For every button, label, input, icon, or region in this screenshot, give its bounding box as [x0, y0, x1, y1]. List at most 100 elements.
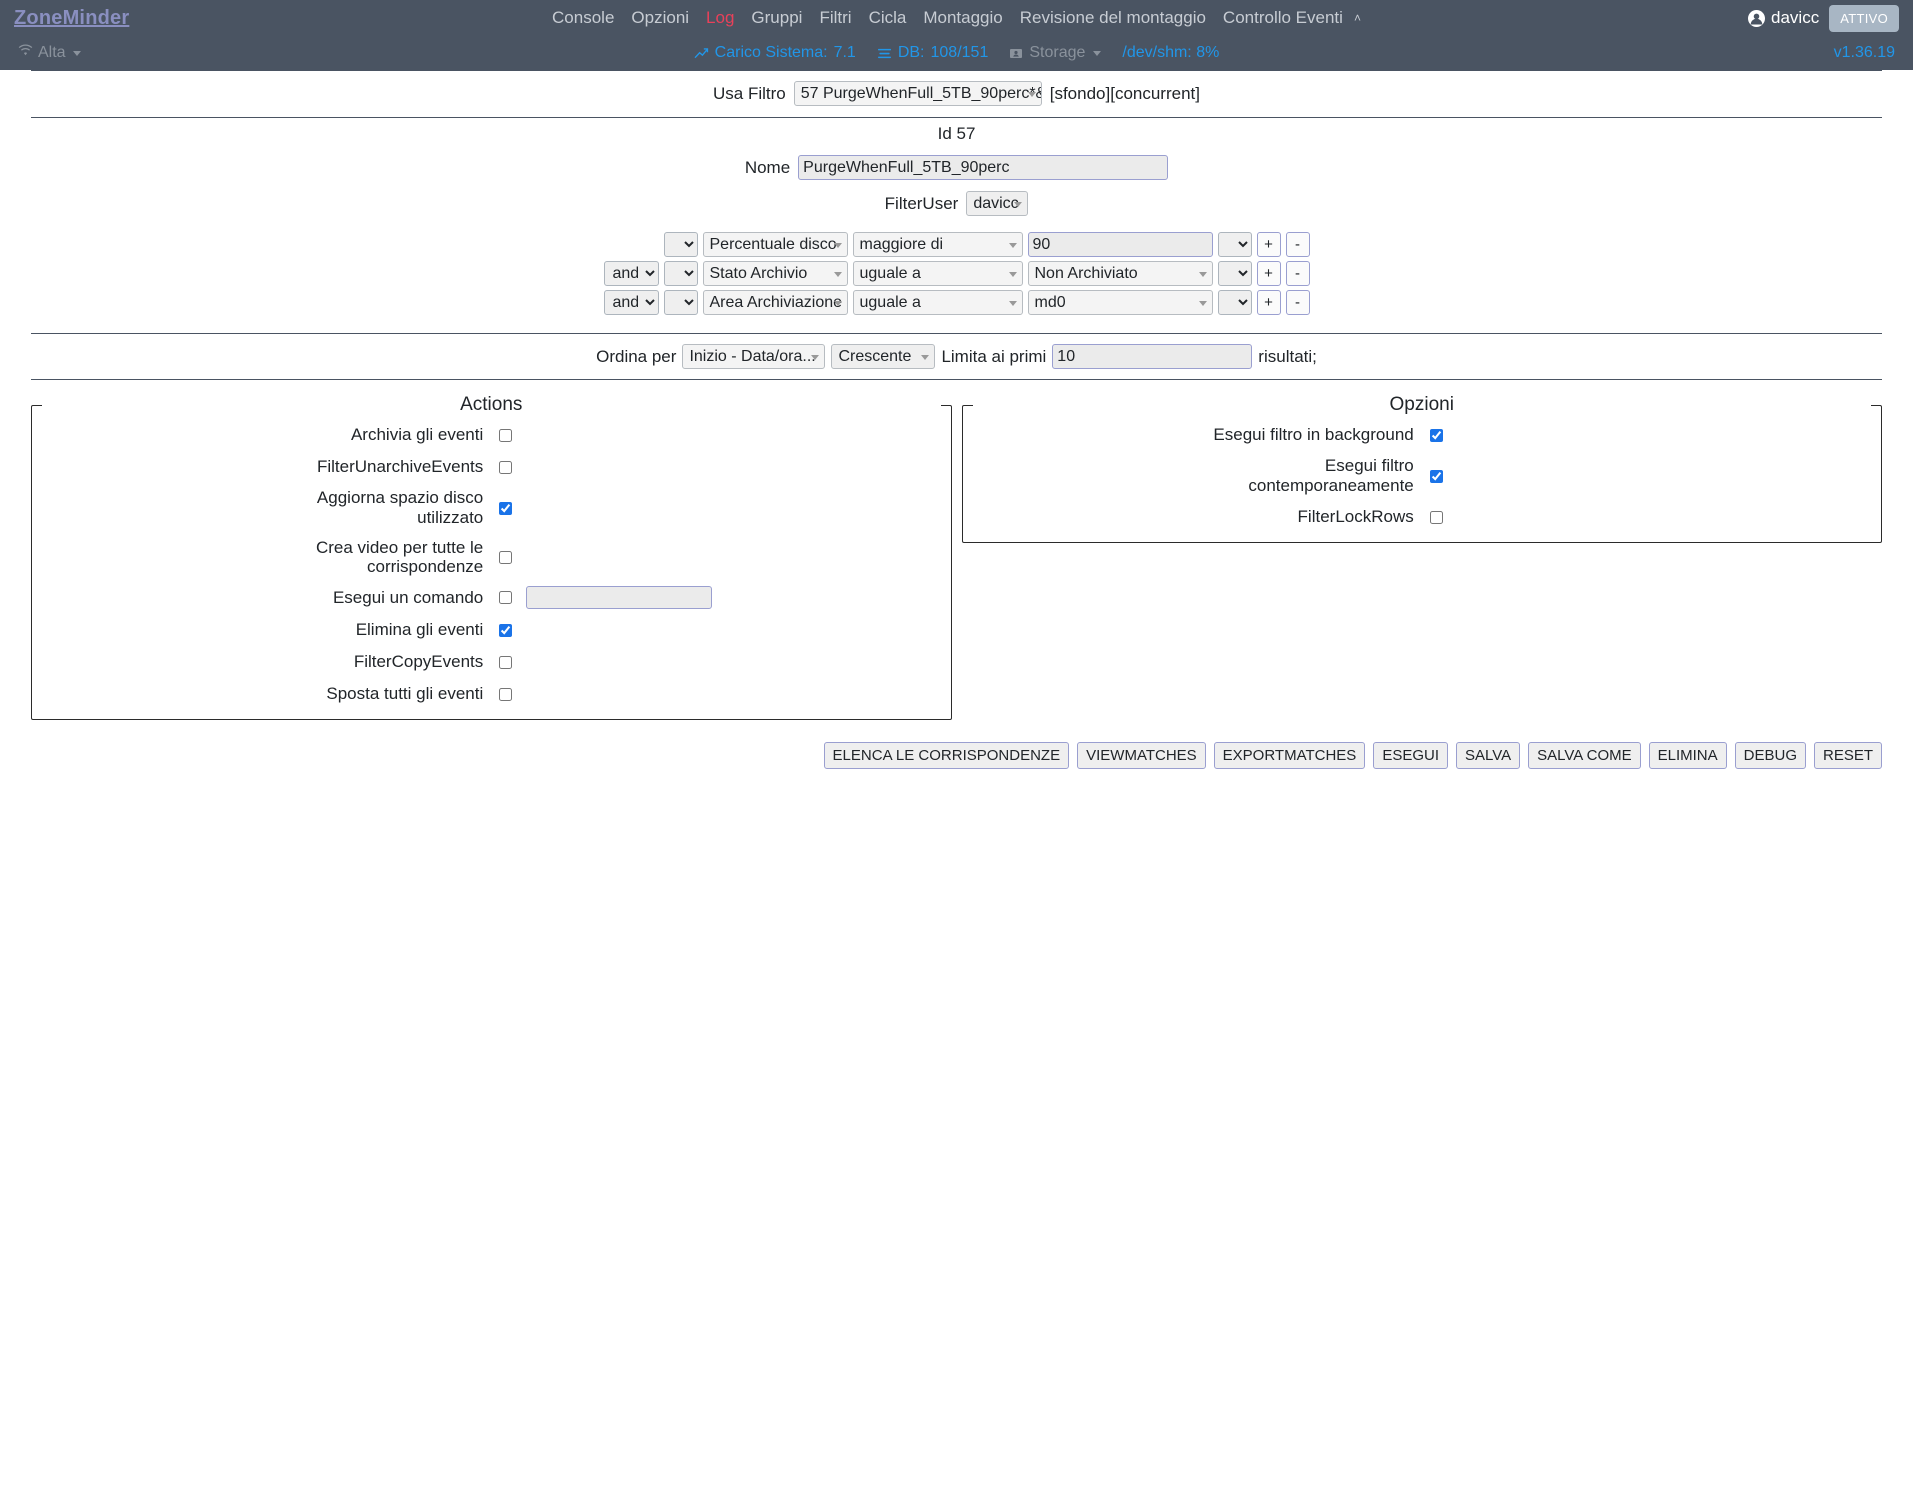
action-checkbox-execute-command[interactable] [499, 591, 513, 604]
reset-button[interactable]: RESET [1813, 742, 1882, 769]
action-checkbox-copy-events[interactable] [499, 655, 513, 669]
action-checkbox-update-diskspace[interactable] [499, 501, 513, 515]
sort-field-select[interactable]: Inizio - Data/ora... [682, 344, 826, 369]
nav-item-montaggio[interactable]: Montaggio [923, 8, 1002, 28]
save-button[interactable]: SALVA [1456, 742, 1521, 769]
nav-item-revisione-montaggio[interactable]: Revisione del montaggio [1020, 8, 1206, 28]
operator-value-2: uguale a [859, 294, 921, 311]
operator-select-2[interactable]: uguale a [852, 290, 1023, 315]
user-menu[interactable]: davicc [1748, 8, 1819, 28]
chevron-up-icon[interactable]: ˄ [1354, 11, 1361, 25]
conjunction-select-1[interactable]: and [603, 261, 659, 286]
value-input-0[interactable] [1027, 232, 1213, 257]
nav-item-log[interactable]: Log [706, 8, 734, 28]
use-filter-select[interactable]: 57 PurgeWhenFull_5TB_90perc*& [793, 81, 1042, 106]
filter-name-row: Nome [0, 144, 1913, 180]
option-checkbox-background[interactable] [1429, 428, 1443, 442]
open-bracket-select-0[interactable] [663, 232, 698, 257]
nav-item-opzioni[interactable]: Opzioni [631, 8, 689, 28]
nav-item-gruppi[interactable]: Gruppi [751, 8, 802, 28]
action-label-copy-events: FilterCopyEvents [353, 652, 484, 671]
chevron-down-icon [1198, 271, 1207, 277]
option-checkbox-concurrent[interactable] [1429, 469, 1443, 483]
remove-term-button-2[interactable]: - [1285, 290, 1310, 315]
nav-item-cicla[interactable]: Cicla [869, 8, 907, 28]
remove-term-button-1[interactable]: - [1285, 261, 1310, 286]
filter-page: Usa Filtro 57 PurgeWhenFull_5TB_90perc*&… [0, 70, 1913, 769]
close-bracket-select-0[interactable] [1217, 232, 1252, 257]
storage-menu[interactable]: Storage [1009, 44, 1102, 62]
action-checkbox-move-events[interactable] [499, 687, 513, 701]
add-term-button-2[interactable]: + [1256, 290, 1281, 315]
chevron-down-icon [1027, 91, 1036, 97]
operator-select-1[interactable]: uguale a [852, 261, 1023, 286]
conjunction-select-2[interactable]: and [603, 290, 659, 315]
actions-fieldset: Actions Archivia gli eventi FilterUnarch… [31, 394, 952, 720]
action-checkbox-delete-events[interactable] [499, 623, 513, 637]
database-icon [877, 47, 892, 60]
add-term-button-0[interactable]: + [1256, 232, 1281, 257]
storage-icon [1009, 47, 1023, 60]
value-select-2[interactable]: md0 [1027, 290, 1213, 315]
chevron-down-icon [1093, 50, 1102, 56]
storage-label: Storage [1029, 44, 1086, 61]
debug-button[interactable]: DEBUG [1734, 742, 1806, 769]
attribute-select-0[interactable]: Percentuale disco [702, 232, 848, 257]
option-row-background: Esegui filtro in background [973, 424, 1872, 446]
db-value: 108/151 [930, 44, 989, 61]
view-matches-button[interactable]: VIEWMATCHES [1077, 742, 1206, 769]
action-label-execute-command: Esegui un comando [332, 587, 484, 607]
open-bracket-select-1[interactable] [663, 261, 698, 286]
brand-logo[interactable]: ZoneMinder [14, 7, 129, 30]
filter-name-input[interactable] [798, 155, 1169, 180]
attribute-select-1[interactable]: Stato Archivio [702, 261, 848, 286]
close-bracket-select-1[interactable] [1217, 261, 1252, 286]
remove-term-button-0[interactable]: - [1285, 232, 1310, 257]
filter-user-select[interactable]: davicc [966, 191, 1029, 216]
option-checkbox-lockrows[interactable] [1429, 510, 1443, 524]
actions-legend: Actions [460, 394, 523, 415]
delete-button[interactable]: ELIMINA [1648, 742, 1727, 769]
action-checkbox-unarchive[interactable] [499, 460, 513, 474]
sort-direction-select[interactable]: Crescente [831, 344, 936, 369]
action-label-delete-events: Elimina gli eventi [355, 620, 484, 639]
export-matches-button[interactable]: EXPORTMATCHES [1213, 742, 1366, 769]
execute-button[interactable]: ESEGUI [1373, 742, 1448, 769]
action-row-move-events: Sposta tutti gli eventi [42, 683, 941, 705]
bandwidth-selector[interactable]: Alta [18, 44, 81, 62]
filter-user-row: FilterUser davicc [0, 180, 1913, 216]
system-state-button[interactable]: ATTIVO [1829, 4, 1899, 32]
limit-suffix-label: risultati; [1258, 346, 1317, 366]
action-control-unarchive [491, 460, 727, 474]
system-load-label: Carico Sistema: [714, 44, 828, 61]
attribute-select-2[interactable]: Area Archiviazione [702, 290, 848, 315]
open-bracket-select-2[interactable] [663, 290, 698, 315]
shm-metric[interactable]: /dev/shm: 8% [1122, 44, 1219, 62]
filter-user-label: FilterUser [884, 193, 959, 213]
table-row: and Stato Archivio uguale a Non Archivia… [603, 261, 1310, 286]
action-command-input[interactable] [526, 586, 713, 609]
nav-item-filtri[interactable]: Filtri [819, 8, 851, 28]
sort-direction-value: Crescente [838, 348, 912, 365]
operator-value-1: uguale a [859, 265, 921, 282]
value-select-1[interactable]: Non Archiviato [1027, 261, 1213, 286]
action-checkbox-archive[interactable] [499, 428, 513, 442]
chevron-down-icon [833, 300, 842, 306]
save-as-button[interactable]: SALVA COME [1528, 742, 1641, 769]
action-control-execute-command [491, 586, 727, 609]
wifi-icon [18, 44, 33, 62]
operator-select-0[interactable]: maggiore di [852, 232, 1023, 257]
app-header: ZoneMinder Console Opzioni Log Gruppi Fi… [0, 0, 1913, 70]
nav-item-console[interactable]: Console [552, 8, 614, 28]
system-load-metric[interactable]: Carico Sistema: 7.1 [694, 44, 856, 62]
nav-item-controllo-eventi[interactable]: Controllo Eventi [1223, 8, 1343, 28]
action-checkbox-create-video[interactable] [499, 550, 513, 564]
add-term-button-1[interactable]: + [1256, 261, 1281, 286]
chevron-down-icon [1008, 271, 1017, 277]
limit-input[interactable] [1052, 344, 1253, 369]
close-bracket-select-2[interactable] [1217, 290, 1252, 315]
attribute-value-2: Area Archiviazione [709, 294, 843, 311]
db-metric[interactable]: DB: 108/151 [877, 44, 989, 62]
list-matches-button[interactable]: ELENCA LE CORRISPONDENZE [823, 742, 1070, 769]
action-button-bar: ELENCA LE CORRISPONDENZE VIEWMATCHES EXP… [0, 730, 1913, 769]
